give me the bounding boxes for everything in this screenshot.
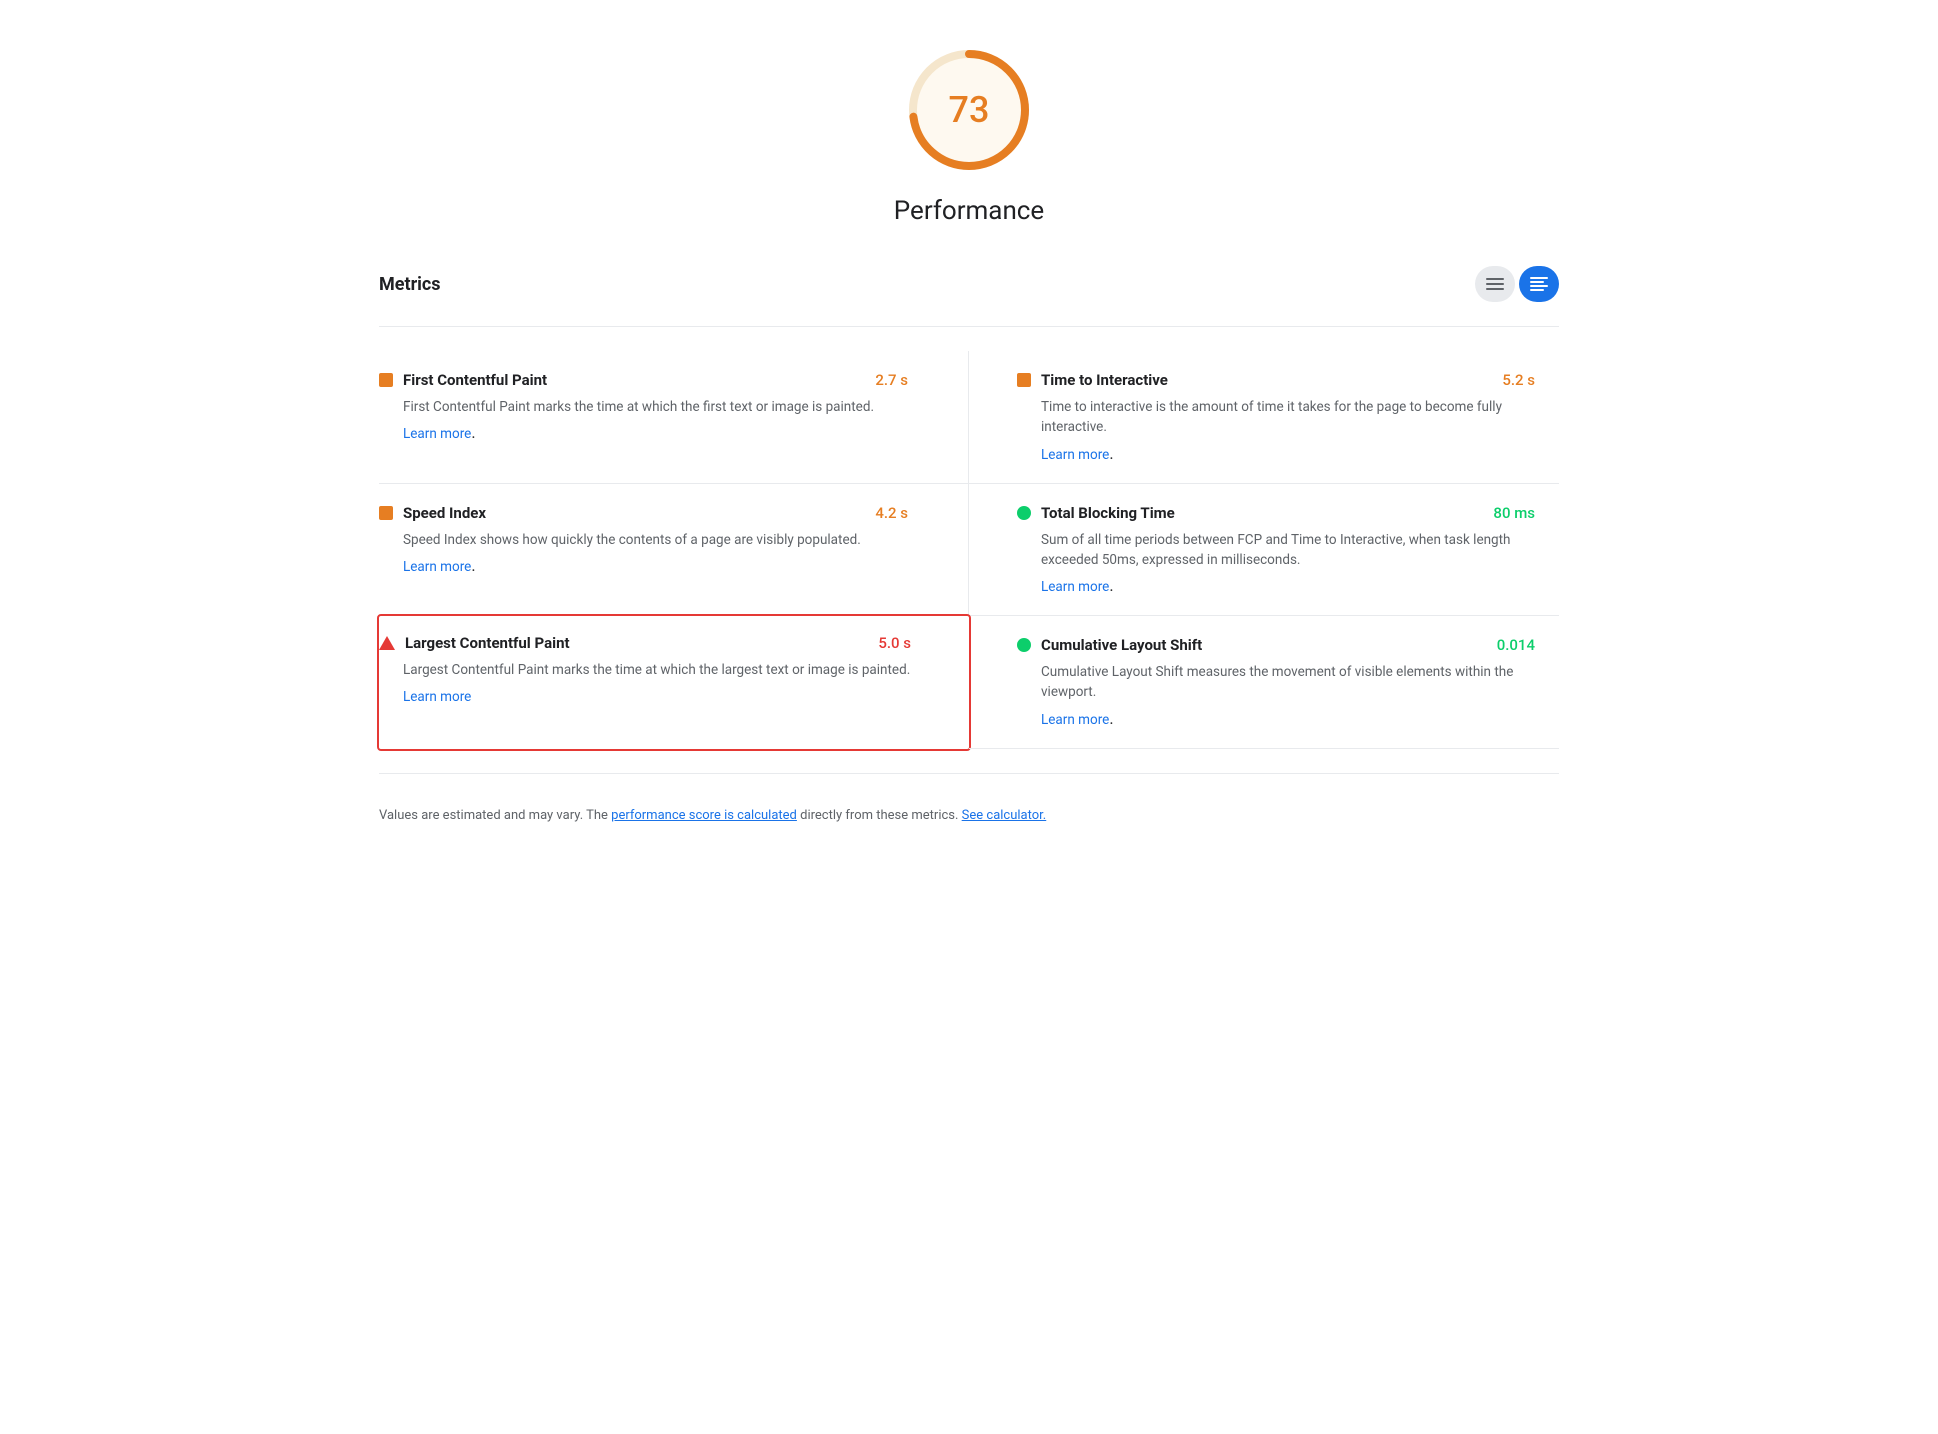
- footer-divider: [379, 773, 1559, 774]
- metric-value: 80 ms: [1493, 504, 1535, 522]
- metric-header: Largest Contentful Paint 5.0 s: [379, 634, 911, 652]
- metric-name: Speed Index: [403, 504, 486, 522]
- metric-value: 0.014: [1497, 636, 1535, 654]
- metric-name-row: Cumulative Layout Shift: [1017, 636, 1202, 654]
- metric-header: Time to Interactive 5.2 s: [1017, 371, 1535, 389]
- metric-description: First Contentful Paint marks the time at…: [403, 397, 908, 417]
- orange-square-icon: [379, 506, 393, 520]
- metric-name: First Contentful Paint: [403, 371, 547, 389]
- metric-item-si: Speed Index 4.2 s Speed Index shows how …: [379, 484, 969, 617]
- green-circle-icon: [1017, 638, 1031, 652]
- metric-learn-more-link[interactable]: Learn more: [403, 559, 471, 575]
- metric-learn-more-link[interactable]: Learn more: [1041, 447, 1109, 463]
- metric-description: Speed Index shows how quickly the conten…: [403, 530, 908, 550]
- metric-item-fcp: First Contentful Paint 2.7 s First Conte…: [379, 351, 969, 484]
- metric-item-cls: Cumulative Layout Shift 0.014 Cumulative…: [969, 616, 1559, 749]
- metric-description: Cumulative Layout Shift measures the mov…: [1041, 662, 1535, 703]
- metric-item-tti: Time to Interactive 5.2 s Time to intera…: [969, 351, 1559, 484]
- metric-item-tbt: Total Blocking Time 80 ms Sum of all tim…: [969, 484, 1559, 617]
- metric-value: 2.7 s: [875, 371, 908, 389]
- metric-name-row: Time to Interactive: [1017, 371, 1168, 389]
- score-section: 73 Performance: [379, 40, 1559, 226]
- metric-header: Speed Index 4.2 s: [379, 504, 908, 522]
- metric-name: Total Blocking Time: [1041, 504, 1175, 522]
- metric-name-row: First Contentful Paint: [379, 371, 547, 389]
- green-circle-icon: [1017, 506, 1031, 520]
- footer-note: Values are estimated and may vary. The p…: [379, 806, 1559, 827]
- red-triangle-icon: [379, 636, 395, 650]
- metric-name: Largest Contentful Paint: [405, 634, 570, 652]
- metrics-grid: First Contentful Paint 2.7 s First Conte…: [379, 351, 1559, 749]
- metric-name-row: Largest Contentful Paint: [379, 634, 570, 652]
- score-gauge: 73: [899, 40, 1039, 180]
- detail-view-button[interactable]: [1519, 266, 1559, 302]
- metric-value: 5.2 s: [1502, 371, 1535, 389]
- performance-score-link[interactable]: performance score is calculated: [611, 808, 797, 823]
- orange-square-icon: [379, 373, 393, 387]
- metric-learn-more-link[interactable]: Learn more: [1041, 712, 1109, 728]
- metric-name: Time to Interactive: [1041, 371, 1168, 389]
- metric-header: First Contentful Paint 2.7 s: [379, 371, 908, 389]
- metric-name-row: Total Blocking Time: [1017, 504, 1175, 522]
- metric-header: Cumulative Layout Shift 0.014: [1017, 636, 1535, 654]
- metric-description: Largest Contentful Paint marks the time …: [403, 660, 911, 680]
- score-value: 73: [949, 89, 990, 131]
- metric-header: Total Blocking Time 80 ms: [1017, 504, 1535, 522]
- list-view-button[interactable]: [1475, 266, 1515, 302]
- metric-item-lcp: Largest Contentful Paint 5.0 s Largest C…: [377, 614, 971, 751]
- metric-description: Time to interactive is the amount of tim…: [1041, 397, 1535, 438]
- metrics-header: Metrics: [379, 266, 1559, 302]
- metric-name: Cumulative Layout Shift: [1041, 636, 1202, 654]
- metrics-divider: [379, 326, 1559, 327]
- metric-description: Sum of all time periods between FCP and …: [1041, 530, 1535, 571]
- metric-name-row: Speed Index: [379, 504, 486, 522]
- metric-value: 5.0 s: [878, 634, 911, 652]
- score-label: Performance: [894, 196, 1044, 226]
- metric-learn-more-link[interactable]: Learn more: [403, 689, 471, 705]
- metric-value: 4.2 s: [875, 504, 908, 522]
- view-toggle: [1475, 266, 1559, 302]
- metric-learn-more-link[interactable]: Learn more: [403, 426, 471, 442]
- metric-learn-more-link[interactable]: Learn more: [1041, 579, 1109, 595]
- orange-square-icon: [1017, 373, 1031, 387]
- metrics-title: Metrics: [379, 274, 441, 295]
- see-calculator-link[interactable]: See calculator.: [962, 808, 1047, 823]
